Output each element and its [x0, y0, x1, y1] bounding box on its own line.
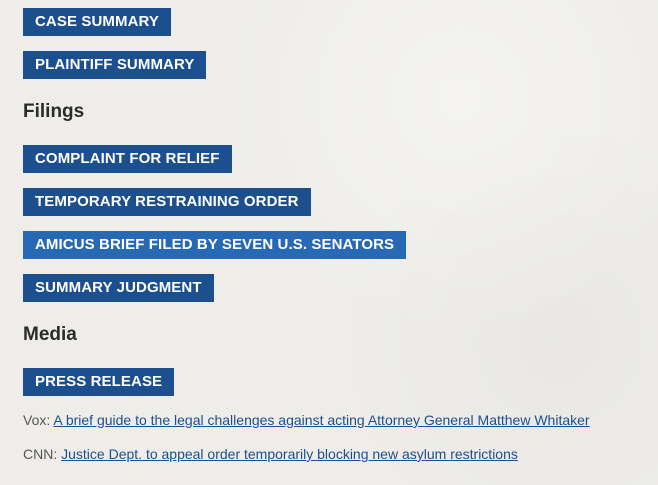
summary-judgment-button[interactable]: SUMMARY JUDGMENT [23, 274, 214, 302]
plaintiff-summary-button[interactable]: PLAINTIFF SUMMARY [23, 51, 207, 79]
vox-article-link[interactable]: A brief guide to the legal challenges ag… [53, 412, 589, 428]
summary-judgment-row: SUMMARY JUDGMENT [23, 274, 214, 302]
filings-heading: Filings [23, 101, 85, 122]
press-release-button[interactable]: PRESS RELEASE [23, 368, 175, 396]
amicus-row: AMICUS BRIEF FILED BY SEVEN U.S. SENATOR… [23, 231, 407, 259]
media-heading: Media [23, 324, 77, 345]
temporary-restraining-order-button[interactable]: TEMPORARY RESTRAINING ORDER [23, 188, 311, 216]
media-article-vox: Vox: A brief guide to the legal challeng… [23, 412, 590, 428]
press-release-row: PRESS RELEASE [23, 368, 175, 396]
complaint-for-relief-button[interactable]: COMPLAINT FOR RELIEF [23, 145, 232, 173]
case-summary-button[interactable]: CASE SUMMARY [23, 8, 171, 36]
cnn-article-link[interactable]: Justice Dept. to appeal order temporaril… [61, 446, 518, 462]
case-summary-row: CASE SUMMARY [23, 8, 171, 36]
complaint-row: COMPLAINT FOR RELIEF [23, 145, 232, 173]
article-source-label: Vox: [23, 412, 51, 428]
media-article-cnn: CNN: Justice Dept. to appeal order tempo… [23, 446, 518, 462]
amicus-brief-button[interactable]: AMICUS BRIEF FILED BY SEVEN U.S. SENATOR… [23, 231, 407, 259]
plaintiff-summary-row: PLAINTIFF SUMMARY [23, 51, 207, 79]
tro-row: TEMPORARY RESTRAINING ORDER [23, 188, 311, 216]
article-source-label: CNN: [23, 446, 58, 462]
